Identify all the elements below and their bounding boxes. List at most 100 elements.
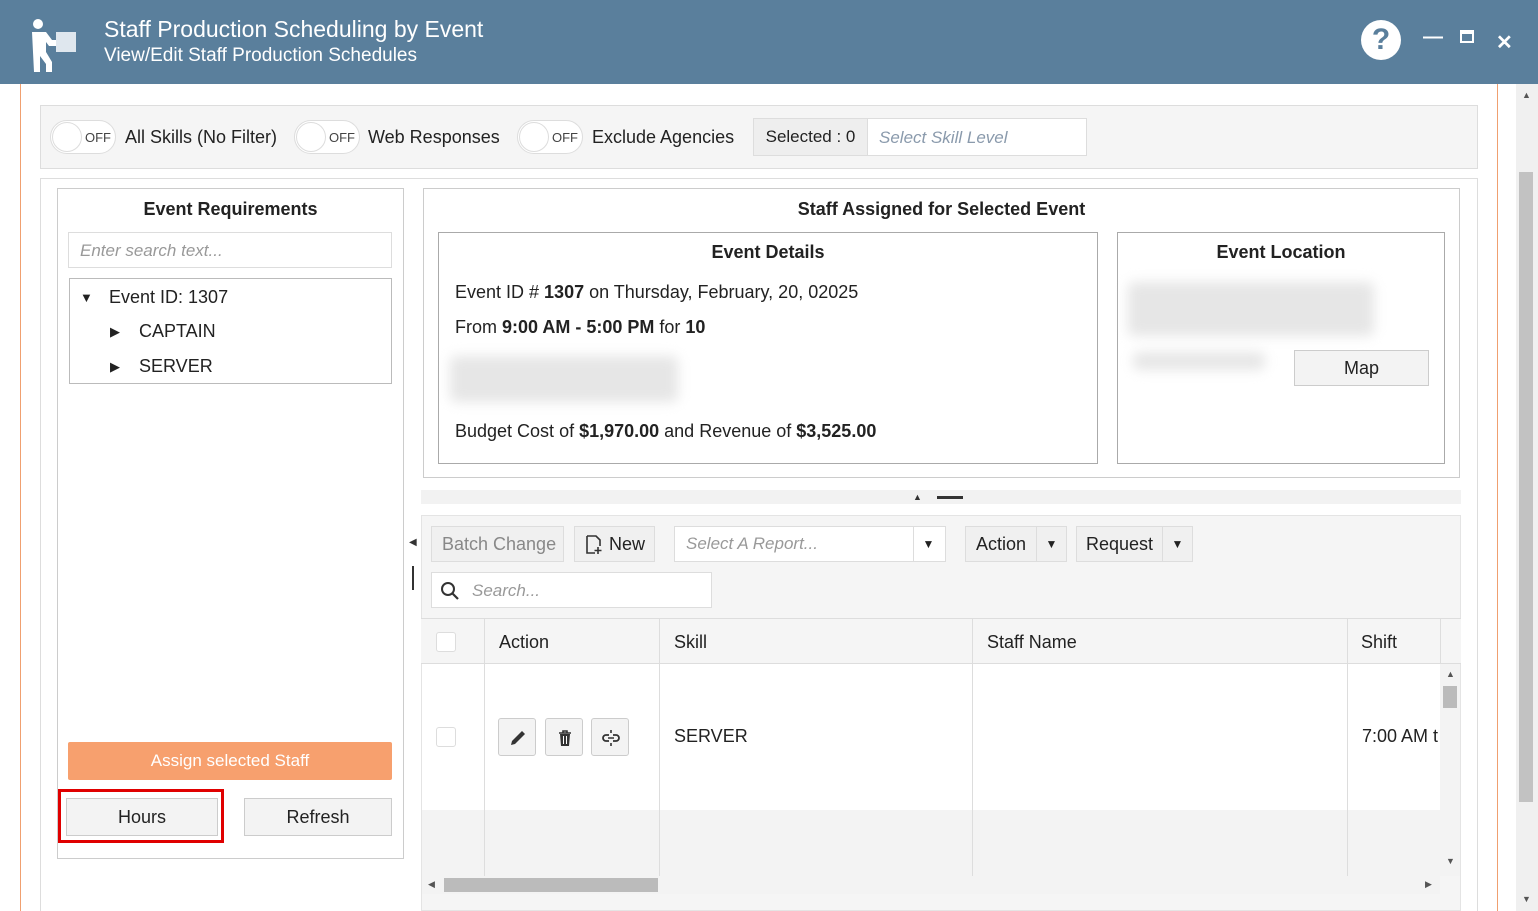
revenue-value: $3,525.00 bbox=[796, 421, 877, 441]
web-responses-toggle[interactable]: OFF bbox=[294, 120, 360, 154]
dropdown-arrow-icon[interactable]: ▼ bbox=[913, 527, 943, 561]
new-document-icon bbox=[586, 535, 602, 554]
budget-cost: $1,970.00 bbox=[579, 421, 660, 441]
minimize-button[interactable]: — bbox=[1423, 26, 1443, 49]
column-skill[interactable]: Skill bbox=[674, 632, 707, 653]
requirements-search-input[interactable]: Enter search text... bbox=[68, 232, 392, 268]
close-button[interactable]: ✕ bbox=[1496, 30, 1513, 55]
event-requirements-title: Event Requirements bbox=[143, 199, 318, 219]
toggle-knob bbox=[52, 122, 82, 152]
page-scrollbar[interactable]: ▲ ▼ bbox=[1516, 84, 1538, 911]
select-all-checkbox[interactable] bbox=[436, 632, 456, 652]
tree-item-captain[interactable]: CAPTAIN bbox=[139, 321, 216, 342]
column-staff-name[interactable]: Staff Name bbox=[987, 632, 1077, 653]
collapse-left-icon[interactable]: ◀ bbox=[409, 537, 417, 548]
request-label: Request bbox=[1086, 534, 1154, 554]
new-button-label: New bbox=[609, 534, 646, 554]
expand-right-icon[interactable]: ▶ bbox=[110, 359, 120, 375]
batch-change-button[interactable]: Batch Change bbox=[431, 526, 564, 562]
collapse-up-icon[interactable]: ▲ bbox=[913, 492, 922, 502]
grid-search-placeholder: Search... bbox=[472, 581, 541, 600]
search-icon bbox=[441, 582, 459, 600]
trash-icon bbox=[559, 730, 571, 746]
event-id-value: 1307 bbox=[544, 282, 585, 302]
column-divider bbox=[1347, 618, 1348, 876]
scroll-down-arrow-icon[interactable]: ▼ bbox=[1522, 894, 1531, 904]
filter-bar: OFF All Skills (No Filter) OFF Web Respo… bbox=[40, 105, 1478, 169]
assign-selected-staff-button[interactable]: Assign selected Staff bbox=[68, 742, 392, 780]
row-shift: 7:00 AM t bbox=[1362, 726, 1439, 746]
unlink-icon bbox=[602, 730, 620, 746]
time-range: 9:00 AM - 5:00 PM bbox=[502, 317, 655, 337]
scroll-up-arrow-icon[interactable]: ▲ bbox=[1446, 669, 1455, 679]
grid-horizontal-thumb[interactable] bbox=[444, 878, 658, 892]
toggle-knob bbox=[519, 122, 549, 152]
event-location-title: Event Location bbox=[1216, 242, 1346, 262]
toggle-state: OFF bbox=[85, 130, 111, 145]
scroll-right-arrow-icon[interactable]: ▶ bbox=[1425, 879, 1432, 890]
tree-root-event[interactable]: Event ID: 1307 bbox=[109, 287, 228, 308]
scroll-up-arrow-icon[interactable]: ▲ bbox=[1522, 90, 1531, 100]
refresh-button[interactable]: Refresh bbox=[244, 798, 392, 836]
guest-count: 10 bbox=[685, 317, 706, 337]
event-details-title: Event Details bbox=[711, 242, 825, 262]
map-button[interactable]: Map bbox=[1294, 350, 1429, 386]
row-checkbox[interactable] bbox=[436, 727, 456, 747]
event-date: on Thursday, February, 20, 02025 bbox=[584, 282, 859, 302]
expand-down-icon[interactable]: ▼ bbox=[80, 290, 93, 305]
budget-prefix: Budget Cost of bbox=[455, 421, 580, 441]
scroll-left-arrow-icon[interactable]: ◀ bbox=[428, 879, 435, 890]
new-button[interactable]: New bbox=[574, 526, 655, 562]
revenue-prefix: and Revenue of bbox=[659, 421, 797, 441]
grid-horizontal-scrollbar[interactable]: ◀ ▶ bbox=[422, 876, 1440, 894]
tree-item-server[interactable]: SERVER bbox=[139, 356, 213, 377]
delete-button[interactable] bbox=[545, 718, 583, 756]
grid-vertical-thumb[interactable] bbox=[1443, 686, 1457, 708]
highlight-frame bbox=[58, 789, 224, 843]
window-title: Staff Production Scheduling by Event bbox=[104, 16, 484, 42]
column-shift[interactable]: Shift bbox=[1361, 632, 1397, 653]
edit-button[interactable] bbox=[498, 718, 536, 756]
dropdown-arrow-icon[interactable]: ▼ bbox=[1162, 527, 1192, 561]
unlink-button[interactable] bbox=[591, 718, 629, 756]
app-logo-icon bbox=[32, 19, 76, 72]
table-row[interactable] bbox=[422, 810, 1440, 876]
skill-level-placeholder: Select Skill Level bbox=[879, 128, 1008, 147]
time-for: for bbox=[654, 317, 686, 337]
report-select[interactable]: Select A Report... ▼ bbox=[674, 526, 946, 562]
dropdown-arrow-icon[interactable]: ▼ bbox=[1036, 527, 1066, 561]
grid-header: Action Skill Staff Name Shift bbox=[421, 618, 1461, 664]
report-placeholder: Select A Report... bbox=[686, 534, 818, 553]
redacted-phone bbox=[1133, 352, 1265, 370]
redacted-contact bbox=[450, 356, 678, 402]
splitter-grip[interactable] bbox=[937, 496, 963, 499]
help-button[interactable]: ? bbox=[1361, 20, 1401, 60]
exclude-agencies-toggle[interactable]: OFF bbox=[517, 120, 583, 154]
toggle-knob bbox=[296, 122, 326, 152]
vertical-splitter-grip[interactable] bbox=[412, 566, 414, 590]
column-action[interactable]: Action bbox=[499, 632, 549, 653]
all-skills-toggle[interactable]: OFF bbox=[50, 120, 116, 154]
pencil-icon bbox=[511, 731, 525, 745]
staff-assigned-title: Staff Assigned for Selected Event bbox=[797, 199, 1086, 219]
event-id-prefix: Event ID # bbox=[455, 282, 545, 302]
expand-right-icon[interactable]: ▶ bbox=[110, 324, 120, 340]
redacted-address bbox=[1128, 282, 1374, 336]
requirements-search-placeholder: Enter search text... bbox=[80, 241, 223, 260]
scroll-down-arrow-icon[interactable]: ▼ bbox=[1446, 856, 1455, 866]
column-divider bbox=[484, 618, 485, 876]
requirements-tree: ▼ Event ID: 1307 ▶ CAPTAIN ▶ SERVER bbox=[69, 278, 392, 384]
page-scrollbar-thumb[interactable] bbox=[1519, 172, 1533, 802]
selected-count: Selected : 0 bbox=[754, 119, 868, 155]
grid-vertical-scrollbar[interactable]: ▲ ▼ bbox=[1440, 664, 1460, 876]
action-dropdown-button[interactable]: Action ▼ bbox=[965, 526, 1067, 562]
event-id-line: Event ID # 1307 on Thursday, February, 2… bbox=[455, 282, 858, 303]
exclude-agencies-label: Exclude Agencies bbox=[592, 127, 735, 147]
skill-level-select[interactable]: Selected : 0 Select Skill Level bbox=[753, 118, 1087, 156]
window-subtitle: View/Edit Staff Production Schedules bbox=[104, 45, 417, 66]
grid-search-input[interactable]: Search... bbox=[431, 572, 712, 608]
row-skill: SERVER bbox=[674, 726, 748, 746]
request-dropdown-button[interactable]: Request ▼ bbox=[1076, 526, 1193, 562]
column-divider bbox=[1440, 618, 1441, 664]
maximize-button[interactable] bbox=[1460, 30, 1474, 43]
